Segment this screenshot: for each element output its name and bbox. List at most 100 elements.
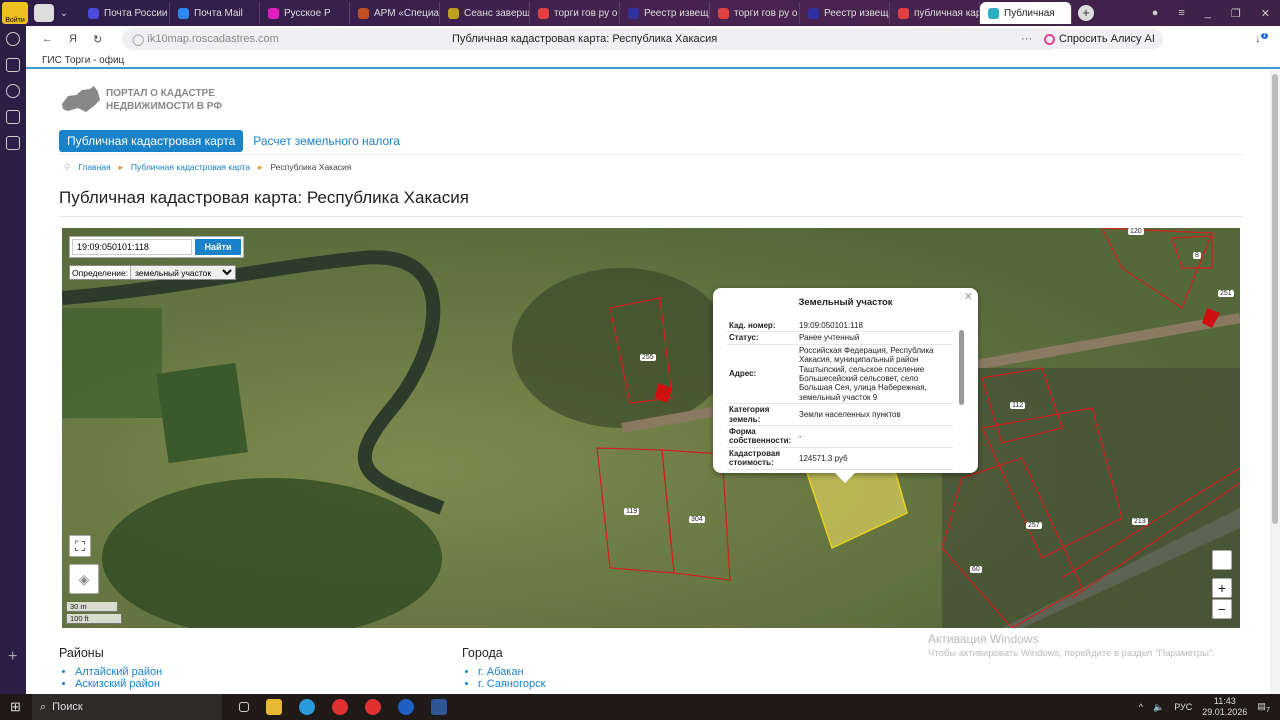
breadcrumb-current: Республика Хакасия bbox=[270, 162, 352, 172]
tab-label: АРМ «Специал bbox=[374, 7, 440, 19]
minimize-button[interactable]: _ bbox=[1205, 7, 1211, 20]
task-view-icon[interactable] bbox=[239, 702, 249, 712]
reload-icon[interactable]: ↻ bbox=[93, 33, 102, 46]
yandex-browser-icon[interactable] bbox=[332, 699, 348, 715]
browser-tab[interactable]: торги гов ру о bbox=[530, 2, 620, 24]
back-icon[interactable]: ← bbox=[42, 33, 53, 45]
tray-chevron-icon[interactable]: ^ bbox=[1139, 702, 1143, 712]
word-icon[interactable] bbox=[431, 699, 447, 715]
parcel-number-label[interactable]: 60 bbox=[970, 566, 982, 573]
file-explorer-icon[interactable] bbox=[266, 699, 282, 715]
close-window-button[interactable]: ✕ bbox=[1261, 7, 1270, 20]
districts-section: Районы Алтайский районАскизский район bbox=[59, 646, 162, 690]
browser-tab[interactable]: Почта России bbox=[80, 2, 170, 24]
app-icon[interactable] bbox=[398, 699, 414, 715]
district-link[interactable]: Аскизский район bbox=[75, 678, 162, 690]
nav-cadastral-map[interactable]: Публичная кадастровая карта bbox=[59, 130, 244, 152]
parcel-number-label[interactable]: 8 bbox=[1193, 252, 1201, 259]
windows-start-icon[interactable]: ⊞ bbox=[10, 699, 21, 715]
browser-tab[interactable]: АРМ «Специал bbox=[350, 2, 440, 24]
zoom-out-button[interactable]: − bbox=[1212, 599, 1232, 619]
login-button[interactable]: Войти bbox=[2, 2, 28, 24]
tab-audio-button[interactable] bbox=[34, 4, 54, 22]
collections-icon[interactable] bbox=[6, 58, 20, 72]
info-row: Кадастровая стоимость: 124571.3 руб bbox=[727, 447, 953, 470]
tab-label: публичная кар bbox=[914, 7, 980, 19]
tab-label: Почта Mail bbox=[194, 7, 243, 19]
info-row: Кад. номер: 19:09:050101:118 bbox=[727, 320, 953, 333]
browser-tab[interactable]: Русское Р bbox=[260, 2, 350, 24]
clock[interactable]: 11:43 29.01.2026 bbox=[1202, 696, 1247, 718]
shield-icon: ◯ bbox=[132, 33, 148, 46]
downloads-icon[interactable]: ↓ 1 bbox=[1255, 33, 1268, 45]
city-link[interactable]: г. Абакан bbox=[478, 666, 545, 678]
parcel-number-label[interactable]: 304 bbox=[689, 516, 705, 523]
city-link[interactable]: г. Саяногорск bbox=[478, 678, 545, 690]
page-scrollbar[interactable] bbox=[1270, 70, 1280, 694]
cadastral-number-input[interactable] bbox=[72, 239, 192, 255]
zoom-in-button[interactable]: + bbox=[1212, 578, 1232, 598]
tab-label: торги гов ру о bbox=[734, 7, 798, 19]
browser-sidebar: + bbox=[0, 26, 26, 694]
tab-label: Русское Р bbox=[284, 7, 331, 19]
parcel-number-label[interactable]: 112 bbox=[1010, 402, 1026, 409]
browser-tab[interactable]: Публичная bbox=[980, 2, 1072, 24]
nav-land-tax[interactable]: Расчет земельного налога bbox=[253, 134, 400, 148]
browser-tab[interactable]: Реестр извещ bbox=[620, 2, 710, 24]
popup-scrollbar[interactable] bbox=[959, 330, 964, 405]
restore-button[interactable]: ❐ bbox=[1231, 7, 1241, 20]
history-icon[interactable] bbox=[6, 32, 20, 46]
parcel-number-label[interactable]: 119 bbox=[624, 508, 640, 515]
definition-select[interactable]: земельный участок bbox=[130, 266, 236, 279]
search-button[interactable]: Найти bbox=[195, 239, 241, 255]
parcel-number-label[interactable]: 213 bbox=[1132, 518, 1148, 525]
bookmarks-bar: ГИС Торги - офиц bbox=[26, 52, 1280, 69]
parcel-number-label[interactable]: 255 bbox=[640, 354, 656, 361]
media-icon[interactable] bbox=[6, 136, 20, 150]
tab-list-chevron[interactable]: ⌄ bbox=[54, 8, 74, 19]
parcel-number-label[interactable]: 251 bbox=[1218, 290, 1234, 297]
cadastral-map[interactable]: 120 8 251 255 112 119 304 257 60 213 Найти Опреде… bbox=[62, 228, 1240, 628]
notifications-icon[interactable]: ▤7 bbox=[1257, 701, 1270, 714]
menu-icon[interactable]: ≡ bbox=[1178, 7, 1184, 20]
close-icon[interactable]: ✕ bbox=[964, 290, 973, 303]
map-tool-button[interactable] bbox=[1212, 550, 1232, 570]
site-logo[interactable]: ПОРТАЛ О КАДАСТРЕ НЕДВИЖИМОСТИ В РФ bbox=[60, 86, 222, 114]
more-icon[interactable]: ··· bbox=[1021, 33, 1032, 45]
parcel-info-popup: ✕ Земельный участок Кад. номер: 19:09:050… bbox=[713, 288, 978, 483]
language-indicator[interactable]: РУС bbox=[1174, 702, 1192, 712]
parcel-number-label[interactable]: 120 bbox=[1128, 228, 1144, 235]
breadcrumb-home[interactable]: Главная bbox=[78, 162, 110, 173]
favicon-icon bbox=[898, 7, 909, 19]
windows-activation-watermark: Активация Windows Чтобы активировать Wind… bbox=[928, 632, 1215, 659]
video-icon[interactable] bbox=[6, 84, 20, 98]
browser-tab[interactable]: Реестр извещ bbox=[800, 2, 890, 24]
bookmark-gis-torgi[interactable]: ГИС Торги - офиц bbox=[42, 55, 124, 66]
system-tray: ^ 🔈 РУС 11:43 29.01.2026 ▤7 bbox=[1139, 694, 1270, 720]
taskbar-search[interactable]: ⌕ Поиск bbox=[32, 694, 222, 720]
url-field[interactable]: ◯ ik10map.roscadastres.com Публичная кад… bbox=[122, 28, 1062, 50]
browser-tab-bar: Войти ⌄ Почта России Почта Mail Русское Р А… bbox=[0, 0, 1280, 26]
yandex-browser-active-icon[interactable] bbox=[365, 699, 381, 715]
popup-title: Земельный участок bbox=[798, 297, 893, 308]
parcel-number-label[interactable]: 257 bbox=[1026, 522, 1042, 529]
add-icon[interactable]: + bbox=[8, 648, 17, 666]
district-link[interactable]: Алтайский район bbox=[75, 666, 162, 678]
browser-tab[interactable]: Почта Mail bbox=[170, 2, 260, 24]
ask-alice-button[interactable]: Спросить Алису AI bbox=[1036, 29, 1163, 49]
yandex-icon[interactable]: Я bbox=[69, 33, 77, 45]
calendar-icon[interactable] bbox=[6, 110, 20, 124]
layers-button[interactable]: ◈ bbox=[69, 564, 99, 594]
info-value: Ранее учтенный bbox=[797, 331, 953, 345]
browser-tab[interactable]: публичная кар bbox=[890, 2, 980, 24]
info-value: - bbox=[797, 425, 953, 448]
fullscreen-button[interactable]: ⛶ bbox=[69, 535, 91, 557]
favicon-icon bbox=[358, 7, 369, 19]
browser-tab[interactable]: торги гов ру о bbox=[710, 2, 800, 24]
new-tab-button[interactable]: + bbox=[1078, 5, 1094, 21]
volume-icon[interactable]: 🔈 bbox=[1153, 702, 1164, 713]
profile-icon[interactable]: ● bbox=[1152, 7, 1159, 20]
edge-icon[interactable] bbox=[299, 699, 315, 715]
browser-tab[interactable]: Сеанс заверш bbox=[440, 2, 530, 24]
breadcrumb-map[interactable]: Публичная кадастровая карта bbox=[131, 162, 250, 173]
